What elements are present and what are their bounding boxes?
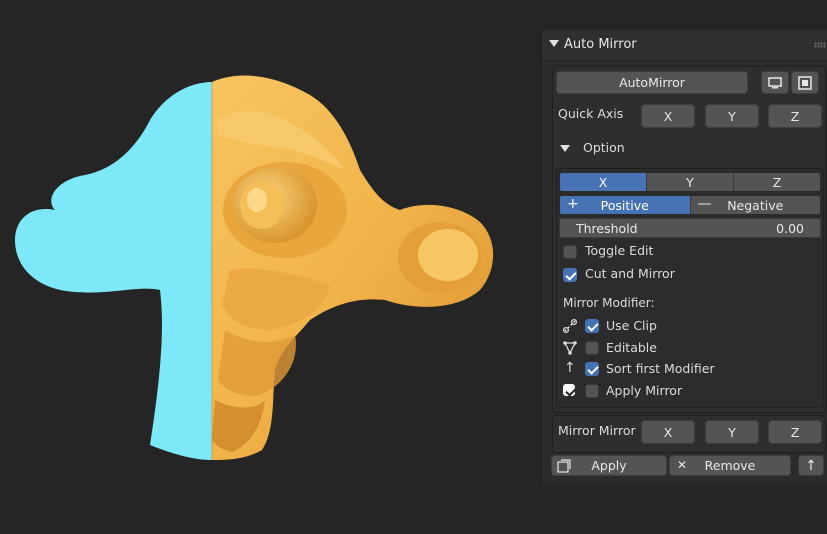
mirror-mirror-z-button[interactable]: Z bbox=[768, 420, 822, 444]
quick-axis-label: Quick Axis bbox=[558, 106, 624, 121]
minus-icon: — bbox=[697, 196, 712, 212]
mirror-half-silhouette bbox=[15, 82, 212, 460]
axis-segmented: X Y Z bbox=[559, 172, 821, 192]
direction-segmented: + Positive — Negative bbox=[559, 195, 821, 215]
use-clip-checkbox[interactable] bbox=[585, 319, 599, 333]
automirror-button[interactable]: AutoMirror bbox=[556, 71, 748, 94]
option-triangle-icon[interactable] bbox=[560, 145, 570, 152]
negative-toggle[interactable]: — Negative bbox=[690, 196, 820, 214]
auto-mirror-panel: Auto Mirror AutoMirror Quick Axis X Y Z … bbox=[541, 30, 827, 485]
quick-axis-y-button[interactable]: Y bbox=[705, 104, 759, 128]
mirror-modifier-label: Mirror Modifier: bbox=[563, 296, 655, 310]
monitor-icon bbox=[768, 76, 782, 88]
cut-and-mirror-label[interactable]: Cut and Mirror bbox=[585, 266, 675, 281]
cut-and-mirror-checkbox[interactable] bbox=[563, 268, 577, 282]
editable-checkbox[interactable] bbox=[585, 341, 599, 355]
sort-first-label[interactable]: Sort first Modifier bbox=[606, 361, 715, 376]
close-icon: ✕ bbox=[677, 458, 688, 472]
threshold-slider[interactable]: Threshold 0.00 bbox=[559, 218, 821, 238]
clip-icon bbox=[562, 318, 578, 334]
remove-label: Remove bbox=[704, 458, 756, 473]
move-up-button[interactable]: ↑ bbox=[798, 455, 824, 476]
threshold-label: Threshold bbox=[576, 221, 638, 236]
apply-label: Apply bbox=[591, 458, 627, 473]
quick-axis-z-button[interactable]: Z bbox=[768, 104, 822, 128]
panel-title: Auto Mirror bbox=[564, 37, 637, 52]
mirror-mirror-y-button[interactable]: Y bbox=[705, 420, 759, 444]
monkey-mesh bbox=[15, 75, 494, 460]
apply-mirror-label[interactable]: Apply Mirror bbox=[606, 383, 682, 398]
axis-x-toggle[interactable]: X bbox=[560, 173, 647, 191]
vertex-icon bbox=[563, 341, 577, 355]
use-clip-label[interactable]: Use Clip bbox=[606, 318, 657, 333]
plus-icon: + bbox=[567, 196, 579, 212]
axis-y-toggle[interactable]: Y bbox=[647, 173, 734, 191]
apply-mirror-checkbox[interactable] bbox=[585, 384, 599, 398]
sort-first-checkbox[interactable] bbox=[585, 362, 599, 376]
negative-label: Negative bbox=[727, 197, 784, 213]
threshold-value: 0.00 bbox=[776, 221, 804, 236]
quick-axis-x-button[interactable]: X bbox=[641, 104, 695, 128]
move-up-icon: ↑ bbox=[805, 457, 817, 474]
axis-z-toggle[interactable]: Z bbox=[734, 173, 820, 191]
grip-icon[interactable] bbox=[814, 42, 826, 48]
panel-header[interactable]: Auto Mirror bbox=[542, 30, 827, 61]
remove-button[interactable]: ✕ Remove bbox=[669, 455, 791, 476]
toggle-edit-checkbox[interactable] bbox=[563, 245, 577, 259]
positive-toggle[interactable]: + Positive bbox=[560, 196, 691, 214]
editable-label[interactable]: Editable bbox=[606, 340, 657, 355]
square-button[interactable] bbox=[791, 71, 819, 94]
toggle-edit-label[interactable]: Toggle Edit bbox=[585, 243, 653, 258]
arrow-up-icon: ↑ bbox=[564, 360, 576, 376]
monitor-button[interactable] bbox=[761, 71, 789, 94]
square-icon bbox=[798, 75, 812, 90]
panel-collapse-arrow-icon[interactable] bbox=[549, 40, 559, 47]
positive-label: Positive bbox=[600, 197, 649, 213]
viewport-3d[interactable] bbox=[0, 0, 540, 534]
option-label[interactable]: Option bbox=[583, 140, 625, 155]
mirror-mirror-label: Mirror Mirror bbox=[558, 423, 636, 438]
mirror-mirror-x-button[interactable]: X bbox=[641, 420, 695, 444]
apply-button[interactable]: Apply bbox=[551, 455, 667, 476]
apply-icon bbox=[557, 459, 571, 473]
checkbox-icon bbox=[563, 384, 575, 396]
